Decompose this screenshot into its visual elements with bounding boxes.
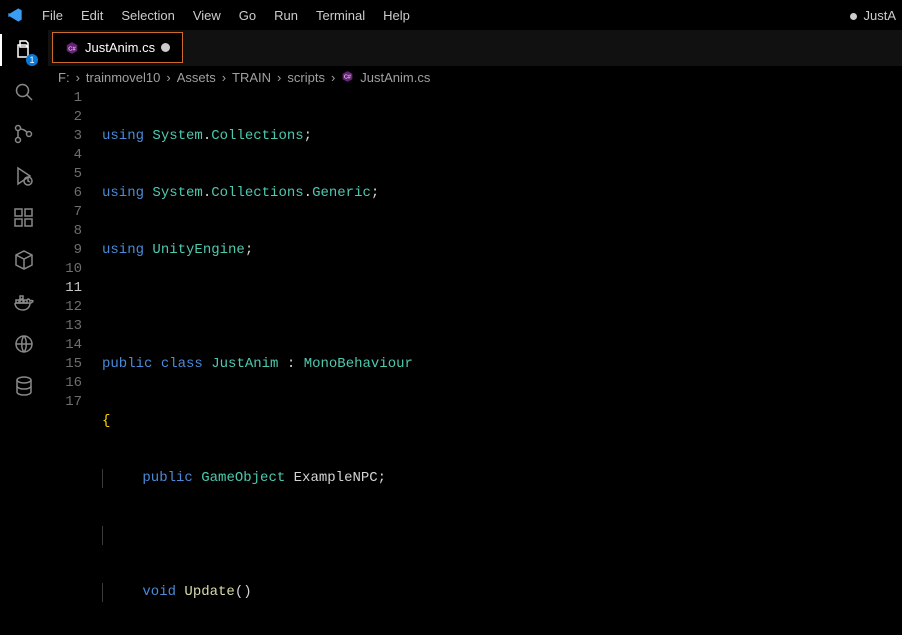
line-number: 7 xyxy=(48,203,82,222)
activity-bar: 1 xyxy=(0,30,48,635)
activity-cube-icon[interactable] xyxy=(10,246,38,274)
line-number: 8 xyxy=(48,222,82,241)
activity-explorer[interactable]: 1 xyxy=(10,36,38,64)
chevron-right-icon: › xyxy=(222,70,226,85)
breadcrumb-part[interactable]: Assets xyxy=(177,70,216,85)
menu-view[interactable]: View xyxy=(185,4,229,27)
main-menu: File Edit Selection View Go Run Terminal… xyxy=(34,4,418,27)
line-number: 2 xyxy=(48,108,82,127)
activity-search[interactable] xyxy=(10,78,38,106)
chevron-right-icon: › xyxy=(166,70,170,85)
line-number: 10 xyxy=(48,260,82,279)
vscode-logo-icon xyxy=(6,6,24,24)
code-line[interactable] xyxy=(96,526,902,545)
code-line[interactable]: { xyxy=(96,412,902,431)
line-number: 13 xyxy=(48,317,82,336)
chevron-right-icon: › xyxy=(76,70,80,85)
line-number: 15 xyxy=(48,355,82,374)
line-number: 3 xyxy=(48,127,82,146)
breadcrumb[interactable]: F: › trainmovel10 › Assets › TRAIN › scripts… xyxy=(48,65,902,89)
tab-dirty-icon xyxy=(161,43,170,52)
breadcrumb-part[interactable]: TRAIN xyxy=(232,70,271,85)
code-line[interactable]: public GameObject ExampleNPC; xyxy=(96,469,902,488)
editor-area: C# JustAnim.cs F: › trainmovel10 › Assets ›… xyxy=(48,30,902,635)
menu-help[interactable]: Help xyxy=(375,4,418,27)
svg-text:C#: C# xyxy=(68,46,76,52)
explorer-badge: 1 xyxy=(26,54,38,66)
csharp-file-icon: C# xyxy=(341,70,354,86)
menu-run[interactable]: Run xyxy=(266,4,306,27)
title-bar: File Edit Selection View Go Run Terminal… xyxy=(0,0,902,30)
code-line[interactable]: using System.Collections; xyxy=(96,127,902,146)
line-number: 14 xyxy=(48,336,82,355)
breadcrumb-part[interactable]: scripts xyxy=(287,70,325,85)
code-line[interactable]: using System.Collections.Generic; xyxy=(96,184,902,203)
line-number: 5 xyxy=(48,165,82,184)
window-title: JustA xyxy=(850,8,896,23)
code-line[interactable]: void Update() xyxy=(96,583,902,602)
line-number: 9 xyxy=(48,241,82,260)
menu-terminal[interactable]: Terminal xyxy=(308,4,373,27)
code-editor[interactable]: 1 2 3 4 5 6 7 8 9 10 11 12 13 14 15 16 1… xyxy=(48,89,902,635)
line-number: 4 xyxy=(48,146,82,165)
window-title-text: JustA xyxy=(863,8,896,23)
activity-docker-icon[interactable] xyxy=(10,288,38,316)
breadcrumb-part[interactable]: F: xyxy=(58,70,70,85)
line-number: 17 xyxy=(48,393,82,412)
line-number: 1 xyxy=(48,89,82,108)
menu-file[interactable]: File xyxy=(34,4,71,27)
tab-filename: JustAnim.cs xyxy=(85,40,155,55)
code-line[interactable] xyxy=(96,298,902,317)
activity-database-icon[interactable] xyxy=(10,372,38,400)
line-number-gutter: 1 2 3 4 5 6 7 8 9 10 11 12 13 14 15 16 1… xyxy=(48,89,96,635)
line-number: 12 xyxy=(48,298,82,317)
menu-edit[interactable]: Edit xyxy=(73,4,111,27)
tab-justanim[interactable]: C# JustAnim.cs xyxy=(52,32,183,63)
chevron-right-icon: › xyxy=(331,70,335,85)
menu-go[interactable]: Go xyxy=(231,4,264,27)
breadcrumb-part[interactable]: trainmovel10 xyxy=(86,70,160,85)
line-number: 6 xyxy=(48,184,82,203)
activity-source-control[interactable] xyxy=(10,120,38,148)
code-content[interactable]: using System.Collections; using System.C… xyxy=(96,89,902,635)
activity-run-debug[interactable] xyxy=(10,162,38,190)
csharp-file-icon: C# xyxy=(65,41,79,55)
chevron-right-icon: › xyxy=(277,70,281,85)
svg-text:C#: C# xyxy=(344,74,351,80)
editor-tabs: C# JustAnim.cs xyxy=(48,30,902,65)
code-line[interactable]: public class JustAnim : MonoBehaviour xyxy=(96,355,902,374)
line-number: 16 xyxy=(48,374,82,393)
menu-selection[interactable]: Selection xyxy=(113,4,182,27)
code-line[interactable]: using UnityEngine; xyxy=(96,241,902,260)
dirty-indicator-icon xyxy=(850,13,857,20)
breadcrumb-file[interactable]: JustAnim.cs xyxy=(360,70,430,85)
activity-environment-icon[interactable] xyxy=(10,330,38,358)
line-number-current: 11 xyxy=(48,279,82,298)
activity-extensions[interactable] xyxy=(10,204,38,232)
